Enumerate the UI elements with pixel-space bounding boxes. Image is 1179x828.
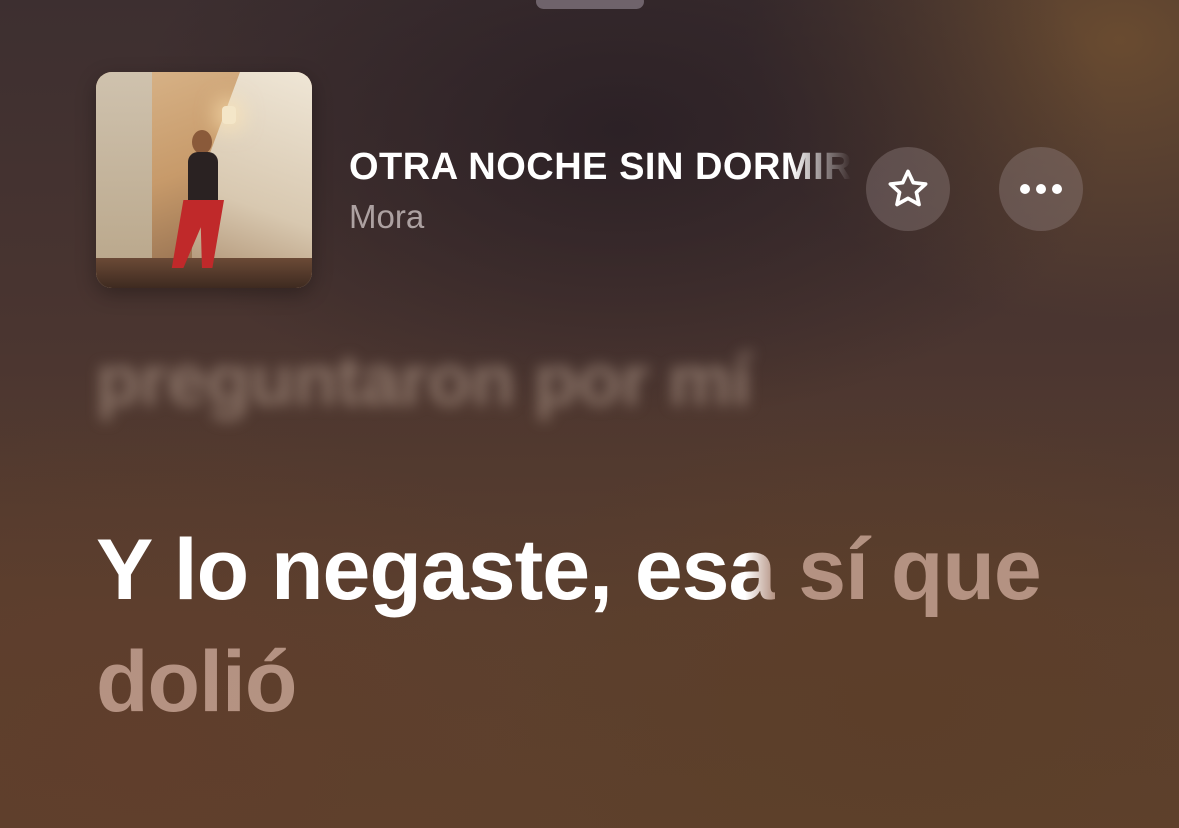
artwork-person-body: [188, 152, 218, 204]
song-title[interactable]: OTRA NOCHE SIN DORMIR: [349, 146, 851, 189]
artwork-lamp: [222, 106, 236, 124]
album-artwork[interactable]: [96, 72, 312, 288]
lyric-previous-line[interactable]: preguntaron por mí: [96, 340, 752, 422]
star-icon: [888, 169, 928, 207]
ellipsis-icon: [1020, 184, 1062, 194]
artist-name[interactable]: Mora: [349, 198, 424, 236]
lyric-fading-part: a: [728, 522, 777, 618]
artwork-person-head: [192, 130, 212, 154]
lyric-current-line[interactable]: Y lo negaste, esa sí que dolió: [96, 514, 1096, 738]
sheet-grabber-handle[interactable]: [536, 0, 644, 9]
artwork-wall: [96, 72, 152, 288]
lyric-sung-part: Y lo negaste, es: [96, 522, 729, 618]
more-options-button[interactable]: [999, 147, 1083, 231]
favorite-button[interactable]: [866, 147, 950, 231]
